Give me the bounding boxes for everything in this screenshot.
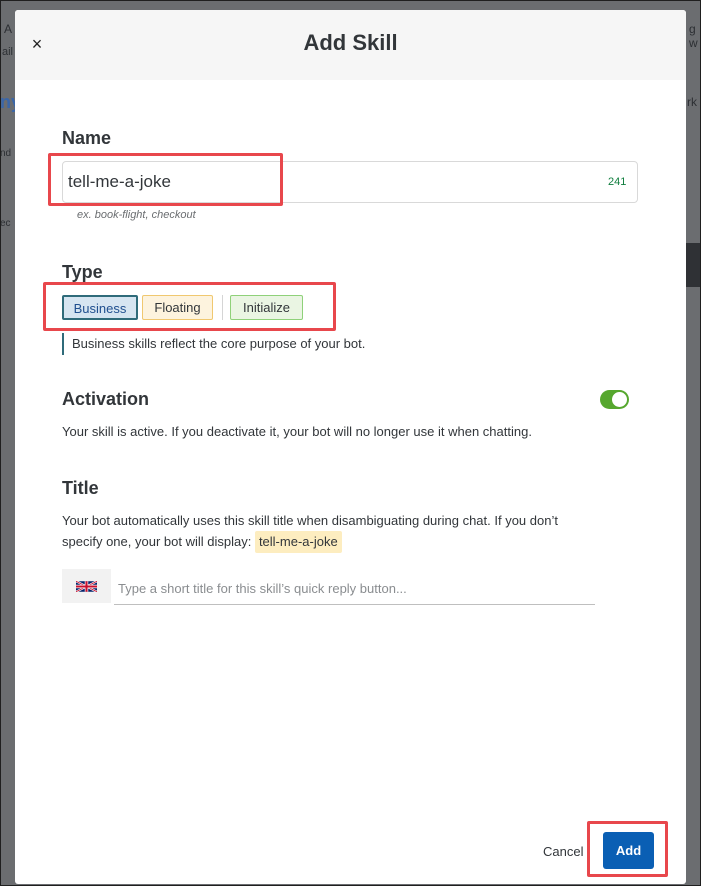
dialog-header: × Add Skill <box>15 10 686 80</box>
divider <box>222 295 223 320</box>
background-text: ec <box>0 218 11 229</box>
type-business-button[interactable]: Business <box>62 295 138 320</box>
type-description: Business skills reflect the core purpose… <box>62 333 365 355</box>
skill-name-input[interactable]: tell-me-a-joke <box>62 161 638 203</box>
name-label: Name <box>62 128 112 148</box>
background-text: rk <box>687 95 697 109</box>
background-panel <box>686 243 701 287</box>
toggle-knob <box>612 392 627 407</box>
background-text: nd <box>0 148 12 159</box>
type-floating-button[interactable]: Floating <box>142 295 213 320</box>
title-description-line1: Your bot automatically uses this skill t… <box>62 513 558 528</box>
dialog-title: Add Skill <box>303 30 398 55</box>
background-text: ail <box>2 46 14 58</box>
language-selector[interactable] <box>62 569 111 603</box>
name-hint: ex. book-flight, checkout <box>77 209 196 221</box>
activation-label: Activation <box>62 389 150 409</box>
background-text: A <box>4 22 13 36</box>
add-skill-dialog: × Add Skill Name tell-me-a-joke 241 ex. … <box>15 10 686 884</box>
type-label: Type <box>62 262 103 282</box>
title-label: Title <box>62 478 99 498</box>
add-button[interactable]: Add <box>603 832 654 869</box>
skill-title-input[interactable] <box>114 573 595 605</box>
uk-flag-icon <box>76 579 97 593</box>
title-description-text: specify one, your bot will display: <box>62 534 252 549</box>
activation-description: Your skill is active. If you deactivate … <box>62 424 532 439</box>
title-description-line2: specify one, your bot will display: tell… <box>62 531 342 553</box>
default-title-chip: tell-me-a-joke <box>254 531 342 553</box>
background-text: g w <box>689 22 698 50</box>
activation-toggle[interactable] <box>600 390 629 409</box>
type-initialize-button[interactable]: Initialize <box>230 295 303 320</box>
char-counter: 241 <box>608 176 627 188</box>
cancel-button[interactable]: Cancel <box>543 844 583 859</box>
